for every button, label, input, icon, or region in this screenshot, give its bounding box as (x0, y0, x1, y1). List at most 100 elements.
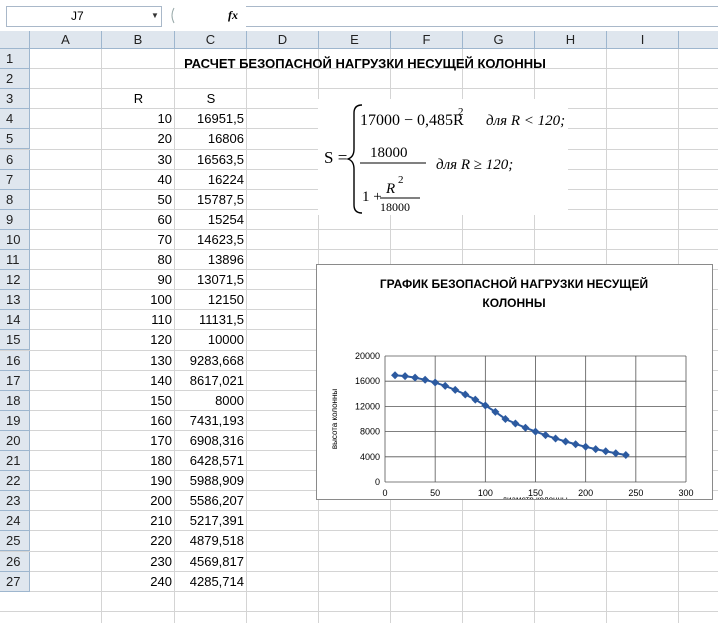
row-header-8[interactable]: 8 (0, 189, 30, 210)
row-header-15[interactable]: 15 (0, 330, 30, 351)
cell-r[interactable]: 10 (102, 109, 172, 129)
row-header-19[interactable]: 19 (0, 410, 30, 431)
column-header-E[interactable]: E (319, 31, 391, 49)
row-header-16[interactable]: 16 (0, 350, 30, 371)
cell-s[interactable]: 13071,5 (175, 270, 244, 290)
cell-r[interactable]: 150 (102, 391, 172, 411)
cell-s[interactable]: 8000 (175, 391, 244, 411)
cell-s[interactable]: 5988,909 (175, 471, 244, 491)
cell-s[interactable]: 14623,5 (175, 230, 244, 250)
row-header-20[interactable]: 20 (0, 430, 30, 451)
row-header-24[interactable]: 24 (0, 511, 30, 532)
cell-r[interactable]: 20 (102, 129, 172, 149)
cell-s[interactable]: 9283,668 (175, 351, 244, 371)
cell-r[interactable]: 240 (102, 572, 172, 592)
formula-line1: 17000 − 0,485R (360, 112, 464, 129)
cell-s[interactable]: 15254 (175, 210, 244, 230)
cell-s[interactable]: 8617,021 (175, 371, 244, 391)
cell-r[interactable]: 130 (102, 351, 172, 371)
select-all-corner[interactable] (0, 31, 30, 49)
row-header-25[interactable]: 25 (0, 531, 30, 552)
row-header-12[interactable]: 12 (0, 270, 30, 291)
y-tick-label: 20000 (355, 351, 380, 361)
cell-s[interactable]: 6908,316 (175, 431, 244, 451)
cell-s[interactable]: 5217,391 (175, 511, 244, 531)
row-header-22[interactable]: 22 (0, 471, 30, 492)
cell-r[interactable]: 140 (102, 371, 172, 391)
column-header-C[interactable]: C (175, 31, 247, 49)
cell-r[interactable]: 180 (102, 451, 172, 471)
row-header-11[interactable]: 11 (0, 250, 30, 271)
cell-s[interactable]: 10000 (175, 330, 244, 350)
row-header-13[interactable]: 13 (0, 290, 30, 311)
cell-s[interactable]: 16224 (175, 170, 244, 190)
cell-r[interactable]: 200 (102, 491, 172, 511)
data-point (411, 373, 420, 382)
cell-s[interactable]: 11131,5 (175, 310, 244, 330)
row-header-4[interactable]: 4 (0, 109, 30, 130)
cell-r[interactable]: 40 (102, 170, 172, 190)
cell-s[interactable]: 12150 (175, 290, 244, 310)
cell-s[interactable]: 16806 (175, 129, 244, 149)
formula-input[interactable] (246, 6, 718, 27)
name-box[interactable]: J7 ▼ (6, 6, 162, 27)
row-header-9[interactable]: 9 (0, 209, 30, 230)
row-header-21[interactable]: 21 (0, 451, 30, 472)
column-header-F[interactable]: F (391, 31, 463, 49)
cell-s[interactable]: 16951,5 (175, 109, 244, 129)
row-header-26[interactable]: 26 (0, 551, 30, 572)
cell-s[interactable]: 16563,5 (175, 150, 244, 170)
spreadsheet-grid: A B C D E F G H I 1 2 3 4 5 6 7 8 9 10 11 12 13 14 15 16 17 18 19 20… (0, 31, 718, 623)
formula-object[interactable]: S = 17000 − 0,485R 2 для R < 120; 18000 для R… (318, 99, 568, 215)
column-header-G[interactable]: G (463, 31, 535, 49)
cell-r[interactable]: 70 (102, 230, 172, 250)
cell-r[interactable]: 190 (102, 471, 172, 491)
column-header-H[interactable]: H (535, 31, 607, 49)
row-header-23[interactable]: 23 (0, 491, 30, 512)
formula-den-den: 18000 (380, 200, 410, 214)
cell-r[interactable]: 60 (102, 210, 172, 230)
cell-r[interactable]: 50 (102, 190, 172, 210)
row-header-18[interactable]: 18 (0, 390, 30, 411)
cell-r[interactable]: 80 (102, 250, 172, 270)
cell-s[interactable]: 13896 (175, 250, 244, 270)
row-header-1[interactable]: 1 (0, 49, 30, 70)
chart[interactable]: ГРАФИК БЕЗОПАСНОЙ НАГРУЗКИ НЕСУЩЕЙ КОЛОНН… (316, 264, 713, 504)
cell-r[interactable]: 100 (102, 290, 172, 310)
column-header-B[interactable]: B (102, 31, 175, 49)
data-point (591, 445, 600, 454)
cell-s[interactable]: 4569,817 (175, 552, 244, 572)
cell-r[interactable]: 160 (102, 411, 172, 431)
row-header-3[interactable]: 3 (0, 89, 30, 110)
row-header-6[interactable]: 6 (0, 149, 30, 170)
cell-r[interactable]: 30 (102, 150, 172, 170)
cell-s[interactable]: 4879,518 (175, 531, 244, 551)
data-point (421, 375, 430, 384)
insert-function-button[interactable]: fx (228, 8, 238, 23)
row-header-14[interactable]: 14 (0, 310, 30, 331)
column-header-A[interactable]: A (30, 31, 102, 49)
row-header-2[interactable]: 2 (0, 69, 30, 90)
cell-s[interactable]: 7431,193 (175, 411, 244, 431)
column-header-I[interactable]: I (607, 31, 679, 49)
cell-r[interactable]: 90 (102, 270, 172, 290)
cell-s[interactable]: 5586,207 (175, 491, 244, 511)
cell-r[interactable]: 220 (102, 531, 172, 551)
row-header-27[interactable]: 27 (0, 571, 30, 592)
row-header-7[interactable]: 7 (0, 169, 30, 190)
chevron-down-icon[interactable]: ▼ (151, 11, 159, 20)
sheet-title: РАСЧЕТ БЕЗОПАСНОЙ НАГРУЗКИ НЕСУЩЕЙ КОЛОН… (184, 56, 546, 71)
cell-r[interactable]: 110 (102, 310, 172, 330)
cell-r[interactable]: 120 (102, 330, 172, 350)
cell-r[interactable]: 230 (102, 552, 172, 572)
cell-s[interactable]: 4285,714 (175, 572, 244, 592)
cell-s[interactable]: 15787,5 (175, 190, 244, 210)
column-header-D[interactable]: D (247, 31, 319, 49)
cell-r[interactable]: 170 (102, 431, 172, 451)
row-header-17[interactable]: 17 (0, 370, 30, 391)
cell-r[interactable]: 210 (102, 511, 172, 531)
formula-den-exp: 2 (398, 174, 404, 186)
row-header-5[interactable]: 5 (0, 129, 30, 150)
row-header-10[interactable]: 10 (0, 229, 30, 250)
cell-s[interactable]: 6428,571 (175, 451, 244, 471)
